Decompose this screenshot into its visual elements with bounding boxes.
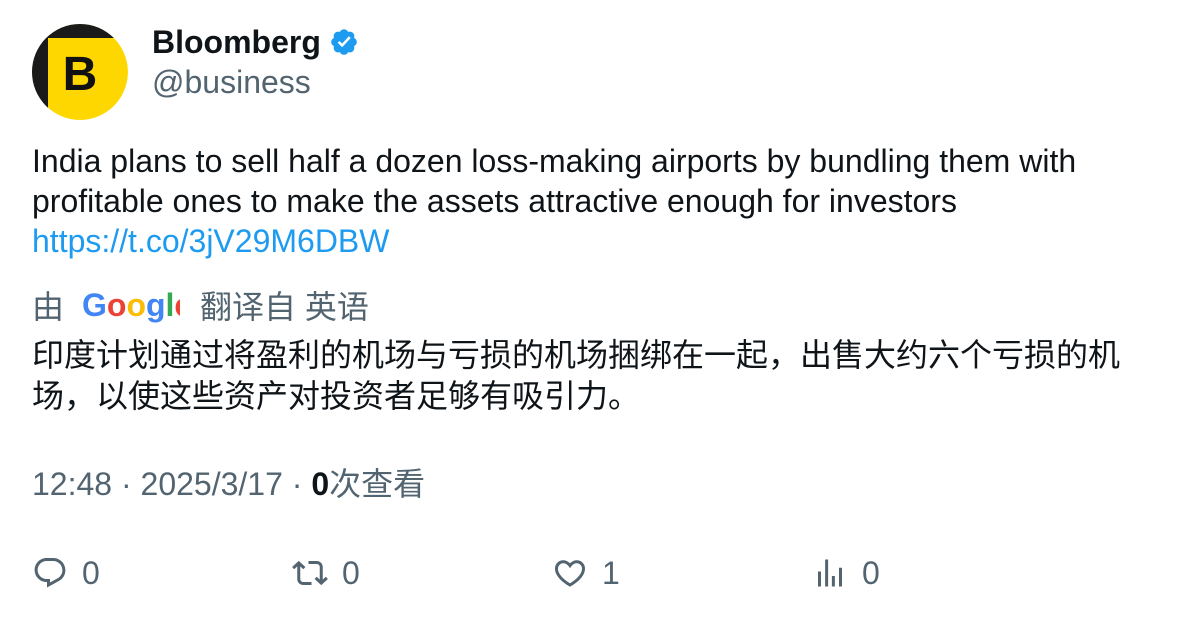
views-label: 次查看: [329, 466, 426, 502]
retweet-count: 0: [342, 555, 360, 591]
tweet-time[interactable]: 12:48: [32, 466, 112, 502]
translation-prefix: 由: [32, 289, 65, 325]
author-name-row: Bloomberg: [152, 22, 359, 62]
like-icon: [554, 560, 586, 587]
google-wordmark-icon: Google: [82, 289, 180, 323]
avatar[interactable]: B: [32, 24, 128, 120]
svg-text:Google: Google: [82, 289, 180, 323]
translation-attribution: 由 Google 翻译自 英语: [32, 286, 369, 328]
tweet-meta: 12:48 · 2025/3/17 · 0次查看: [32, 464, 425, 504]
views-count: 0: [311, 466, 330, 502]
views-action-count: 0: [862, 555, 880, 591]
meta-separator: ·: [120, 466, 141, 502]
views-icon: [818, 559, 842, 587]
tweet-actions: 0 0 1 0: [0, 551, 1196, 595]
display-name[interactable]: Bloomberg: [152, 22, 321, 62]
google-logo: Google: [82, 289, 180, 325]
tweet-date[interactable]: 2025/3/17: [141, 466, 283, 502]
retweet-button[interactable]: 0: [292, 551, 360, 595]
retweet-icon: [292, 560, 328, 586]
views-button[interactable]: 0: [812, 551, 880, 595]
reply-count: 0: [82, 555, 100, 591]
reply-icon: [34, 558, 66, 588]
bloomberg-logo-icon: B: [32, 24, 128, 120]
tweet-link[interactable]: https://t.co/3jV29M6DBW: [32, 221, 1162, 261]
meta-separator-2: ·: [291, 466, 312, 502]
like-count: 1: [602, 555, 620, 591]
translated-text: 印度计划通过将盈利的机场与亏损的机场捆绑在一起，出售大约六个亏损的机场，以使这些…: [32, 337, 1121, 414]
verified-badge-icon[interactable]: [329, 27, 359, 57]
tweet-body: India plans to sell half a dozen loss-ma…: [32, 143, 1077, 219]
author-handle[interactable]: @business: [152, 62, 311, 102]
avatar-letter: B: [63, 48, 98, 101]
reply-button[interactable]: 0: [32, 551, 100, 595]
like-button[interactable]: 1: [552, 551, 620, 595]
tweet-text: India plans to sell half a dozen loss-ma…: [32, 141, 1162, 261]
translation-suffix[interactable]: 翻译自 英语: [200, 286, 369, 328]
